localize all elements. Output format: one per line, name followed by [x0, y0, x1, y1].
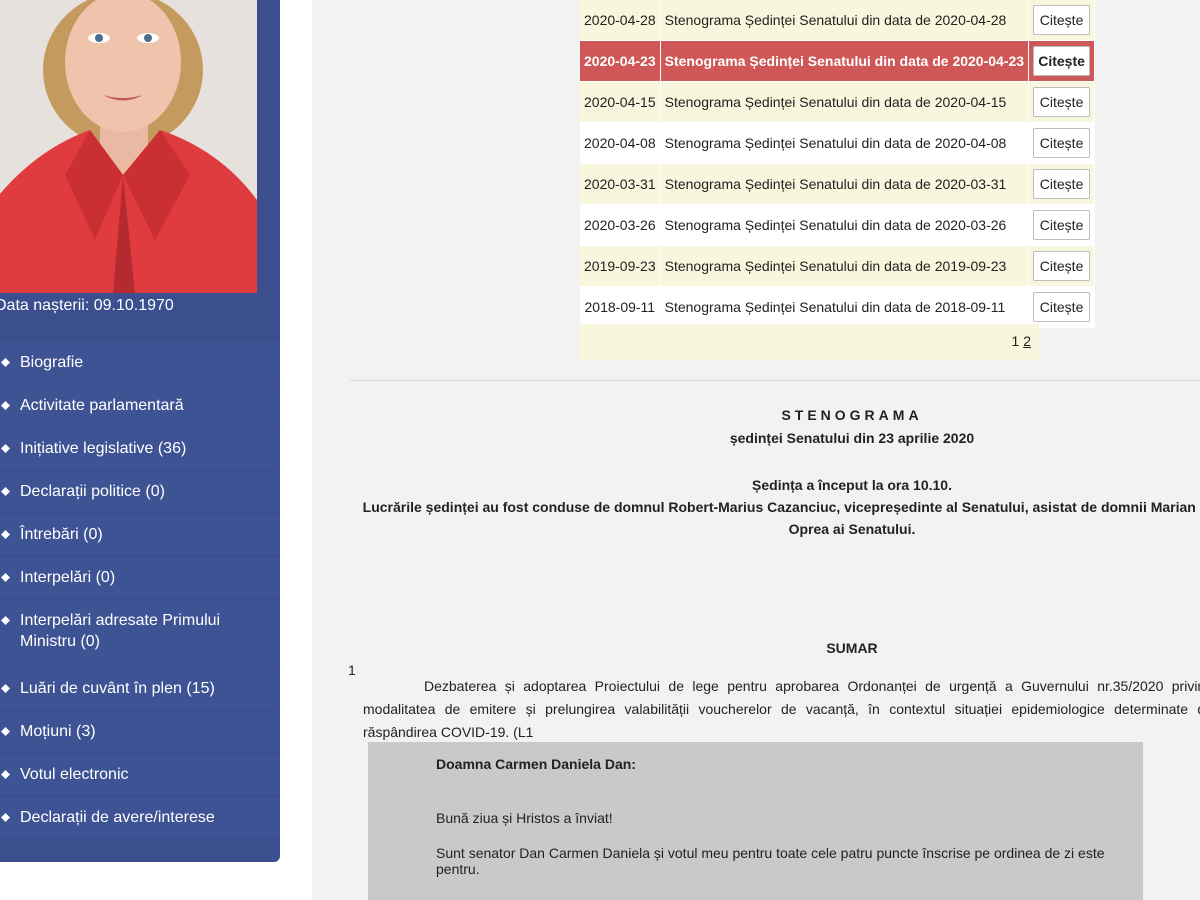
menu-item-label: Inițiative legislative (36) [20, 440, 187, 457]
menu-item-label: Votul electronic [20, 766, 129, 783]
table-row-selected: 2020-04-23 Stenograma Ședinței Senatului… [580, 40, 1096, 82]
menu-item-motiuni[interactable]: Moțiuni (3) [0, 711, 279, 752]
transcript-title: Stenograma Ședinței Senatului din data d… [660, 0, 1030, 41]
menu-item-label: Moțiuni (3) [20, 723, 96, 740]
transcript-heading: STENOGRAMA [781, 407, 923, 423]
menu-item-label: Declarații politice (0) [20, 483, 165, 500]
transcript-title: Stenograma Ședinței Senatului din data d… [660, 40, 1030, 82]
speaker-name: Doamna Carmen Daniela Dan: [436, 756, 636, 772]
menu-item-label: Activitate parlamentară [20, 397, 184, 414]
transcripts-table: 2020-04-28 Stenograma Ședinței Senatului… [580, 0, 1096, 328]
speech-block: Doamna Carmen Daniela Dan: Bună ziua și … [368, 742, 1143, 900]
transcript-action: Citește [1028, 163, 1096, 205]
transcript-date: 2020-03-26 [580, 204, 661, 246]
chevron-right-icon [1, 444, 10, 453]
menu-item-label: Luări de cuvânt în plen (15) [20, 680, 215, 697]
menu-item-label: Declarații de avere/interese [20, 809, 215, 826]
chevron-right-icon [1, 487, 10, 496]
table-row: 2020-03-26 Stenograma Ședinței Senatului… [580, 204, 1096, 246]
chevron-right-icon [1, 770, 10, 779]
menu-item-luari-de-cuvant[interactable]: Luări de cuvânt în plen (15) [0, 668, 279, 709]
speech-paragraph: Sunt senator Dan Carmen Daniela și votul… [436, 845, 1105, 877]
transcript-date: 2019-09-23 [580, 245, 661, 287]
chevron-right-icon [1, 573, 10, 582]
transcript-action: Citește [1028, 286, 1096, 328]
transcript-title: Stenograma Ședinței Senatului din data d… [660, 81, 1030, 123]
read-button[interactable]: Citește [1033, 210, 1091, 240]
transcript-title: Stenograma Ședinței Senatului din data d… [660, 245, 1030, 287]
table-row: 2020-03-31 Stenograma Ședinței Senatului… [580, 163, 1096, 205]
agenda-item-text: Dezbaterea și adoptarea Proiectului de l… [363, 678, 1200, 740]
senator-sidebar: Data nașterii: 09.10.1970 Biografie Acti… [0, 0, 280, 862]
chevron-right-icon [1, 616, 10, 625]
transcript-action: Citește [1028, 245, 1096, 287]
transcript-date: 2020-04-15 [580, 81, 661, 123]
agenda-item-number: 1 [348, 662, 356, 678]
table-row: 2020-04-28 Stenograma Ședinței Senatului… [580, 0, 1096, 41]
read-button[interactable]: Citește [1033, 5, 1091, 35]
menu-item-interpelari-prim-ministru[interactable]: Interpelări adresate Primului Ministru (… [0, 600, 279, 666]
read-button[interactable]: Citește [1033, 251, 1091, 281]
transcript-title: Stenograma Ședinței Senatului din data d… [660, 286, 1030, 328]
menu-item-biografie[interactable]: Biografie [0, 342, 279, 383]
senator-photo [0, 0, 257, 293]
birth-date: Data nașterii: 09.10.1970 [0, 297, 174, 314]
portrait-image [0, 0, 257, 293]
read-button[interactable]: Citește [1033, 128, 1091, 158]
menu-item-label: Interpelări (0) [20, 569, 116, 586]
menu-item-intrebari[interactable]: Întrebări (0) [0, 514, 279, 555]
page-current: 1 [1011, 333, 1020, 349]
main-content: 2020-04-28 Stenograma Ședinței Senatului… [312, 0, 1200, 900]
table-row: 2019-09-23 Stenograma Ședinței Senatului… [580, 245, 1096, 287]
menu-item-declaratii-avere[interactable]: Declarații de avere/interese [0, 797, 279, 838]
menu-item-activitate-parlamentara[interactable]: Activitate parlamentară [0, 385, 279, 426]
menu-item-label: Întrebări (0) [20, 526, 103, 543]
menu-item-label: Biografie [20, 354, 84, 371]
summary-heading: SUMAR [826, 640, 878, 656]
transcript-date: 2020-04-23 [580, 40, 661, 82]
session-presiding: Lucrările ședinței au fost conduse de do… [362, 499, 1200, 537]
transcript-date: 2020-04-08 [580, 122, 661, 164]
transcript-date: 2020-03-31 [580, 163, 661, 205]
section-divider [350, 380, 1200, 381]
chevron-right-icon [1, 684, 10, 693]
transcript-title: Stenograma Ședinței Senatului din data d… [660, 204, 1030, 246]
table-row: 2018-09-11 Stenograma Ședinței Senatului… [580, 286, 1096, 328]
chevron-right-icon [1, 530, 10, 539]
menu-item-votul-electronic[interactable]: Votul electronic [0, 754, 279, 795]
chevron-right-icon [1, 401, 10, 410]
table-row: 2020-04-15 Stenograma Ședinței Senatului… [580, 81, 1096, 123]
read-button[interactable]: Citește [1033, 292, 1091, 322]
transcript-title: Stenograma Ședinței Senatului din data d… [660, 122, 1030, 164]
session-start: Ședința a început la ora 10.10. [752, 477, 952, 493]
transcript-date: 2018-09-11 [580, 286, 661, 328]
speech-paragraph: Bună ziua și Hristos a înviat! [436, 810, 613, 826]
profile-menu: Biografie Activitate parlamentară Iniția… [0, 342, 279, 840]
transcript-action: Citește [1028, 40, 1096, 82]
transcript-title: Stenograma Ședinței Senatului din data d… [660, 163, 1030, 205]
read-button[interactable]: Citește [1033, 46, 1091, 76]
chevron-right-icon [1, 727, 10, 736]
read-button[interactable]: Citește [1033, 87, 1091, 117]
menu-item-interpelari[interactable]: Interpelări (0) [0, 557, 279, 598]
menu-item-initiative-legislative[interactable]: Inițiative legislative (36) [0, 428, 279, 469]
transcript-action: Citește [1028, 0, 1096, 41]
transcript-action: Citește [1028, 204, 1096, 246]
chevron-right-icon [1, 358, 10, 367]
table-row: 2020-04-08 Stenograma Ședinței Senatului… [580, 122, 1096, 164]
menu-item-declaratii-politice[interactable]: Declarații politice (0) [0, 471, 279, 512]
pagination: 1 2 [580, 324, 1039, 360]
menu-item-label: Interpelări adresate Primului Ministru (… [20, 612, 221, 650]
transcript-action: Citește [1028, 122, 1096, 164]
read-button[interactable]: Citește [1033, 169, 1091, 199]
transcript-action: Citește [1028, 81, 1096, 123]
chevron-right-icon [1, 813, 10, 822]
transcript-date: 2020-04-28 [580, 0, 661, 41]
transcript-subtitle: ședinței Senatului din 23 aprilie 2020 [729, 430, 975, 446]
page-link-2[interactable]: 2 [1023, 333, 1031, 349]
